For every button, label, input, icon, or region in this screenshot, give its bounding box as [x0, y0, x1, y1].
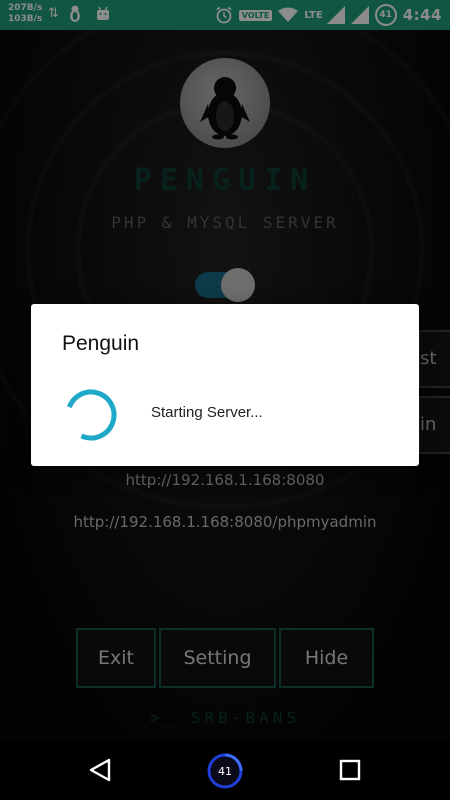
home-icon[interactable]: 41	[206, 752, 244, 790]
loading-spinner-icon	[65, 389, 117, 441]
home-badge: 41	[218, 765, 232, 778]
recent-apps-icon[interactable]	[339, 759, 361, 781]
dialog-title: Penguin	[62, 332, 140, 355]
dialog-message: Starting Server...	[151, 404, 263, 421]
navigation-bar: 41	[0, 740, 450, 800]
progress-dialog: Penguin Starting Server...	[31, 304, 419, 466]
back-icon[interactable]	[87, 757, 113, 783]
